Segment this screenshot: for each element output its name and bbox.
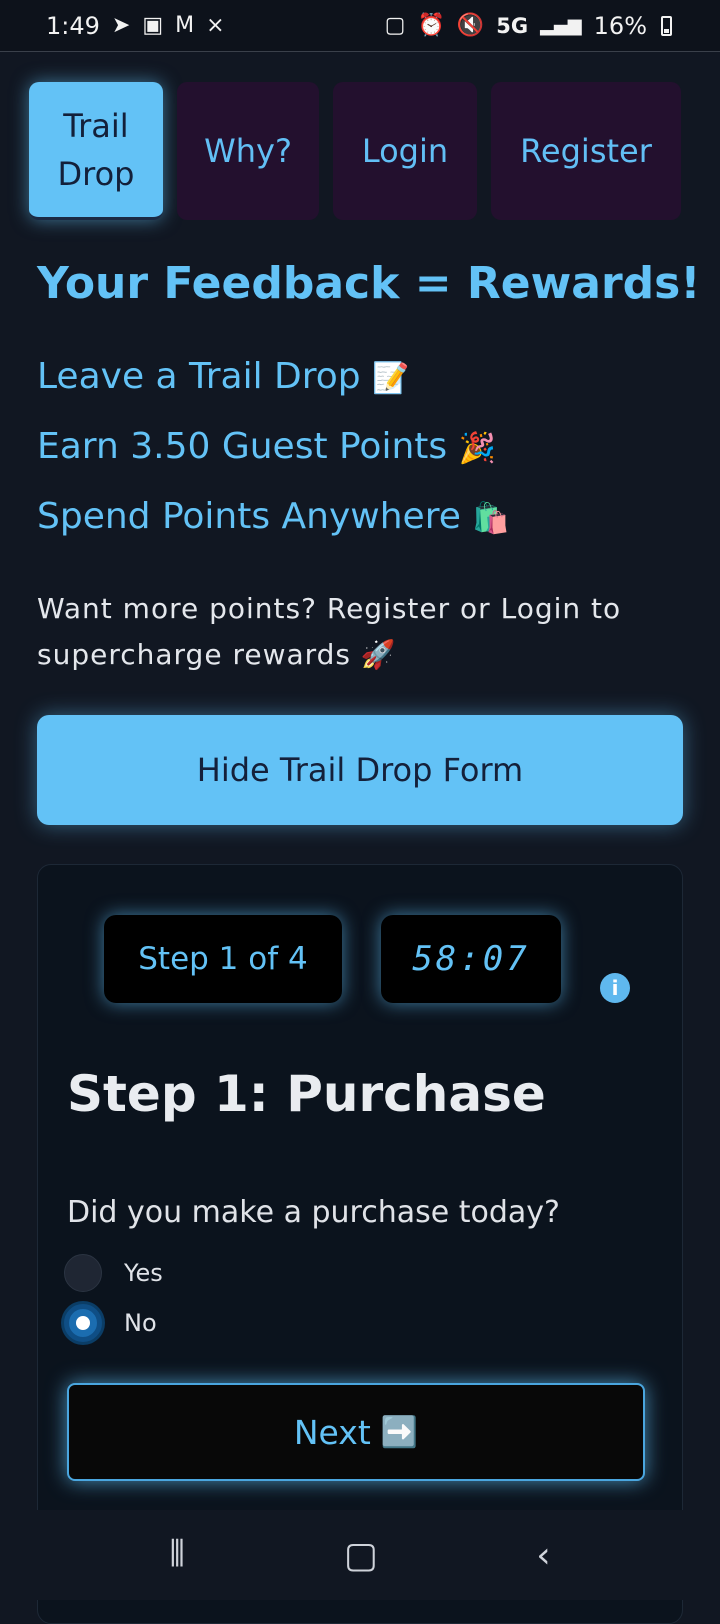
- bullet-spend-points: Spend Points Anywhere 🛍️: [37, 496, 510, 537]
- battery-icon: [661, 15, 672, 36]
- next-label: Next: [293, 1412, 371, 1452]
- page-title: Your Feedback = Rewards!: [37, 258, 701, 309]
- bullet-text: Spend Points Anywhere: [37, 496, 461, 537]
- alarm-icon: ⏰: [417, 12, 445, 38]
- bullet-leave-trail-drop: Leave a Trail Drop 📝: [37, 356, 409, 397]
- status-time: 1:49: [46, 11, 100, 40]
- app-icon: ⨯: [206, 12, 225, 38]
- party-icon: 🎉: [458, 431, 496, 466]
- memo-icon: 📝: [372, 361, 410, 396]
- countdown-timer: 58:07: [381, 915, 561, 1003]
- tab-label: Why?: [204, 132, 292, 170]
- system-nav-bar: ⦀ ▢ ‹: [0, 1510, 720, 1600]
- tab-register[interactable]: Register: [491, 82, 681, 220]
- home-icon[interactable]: ▢: [344, 1535, 378, 1576]
- top-nav: Trail Drop Why? Login Register: [29, 82, 681, 220]
- nfc-icon: ▢: [384, 12, 406, 38]
- option-no[interactable]: No: [64, 1304, 157, 1342]
- back-icon[interactable]: ‹: [536, 1535, 550, 1576]
- mute-icon: 🔇: [456, 12, 485, 38]
- bullet-earn-points: Earn 3.50 Guest Points 🎉: [37, 426, 496, 467]
- step-title: Step 1: Purchase: [67, 1065, 546, 1123]
- tab-label: Register: [520, 132, 652, 170]
- telegram-icon: ➤: [111, 12, 131, 38]
- network-label: 5G: [496, 13, 529, 38]
- option-yes[interactable]: Yes: [64, 1254, 163, 1292]
- tab-trail-drop[interactable]: Trail Drop: [29, 82, 163, 220]
- tab-why[interactable]: Why?: [177, 82, 319, 220]
- status-left: 1:49 ➤ ▣ M ⨯: [46, 12, 225, 40]
- step-badge: Step 1 of 4: [104, 915, 342, 1003]
- info-icon[interactable]: i: [600, 973, 630, 1003]
- option-label: No: [124, 1309, 157, 1337]
- recent-apps-icon[interactable]: ⦀: [169, 1534, 185, 1576]
- tab-label: Login: [361, 132, 449, 170]
- tab-label: Trail Drop: [57, 106, 135, 193]
- purchase-question: Did you make a purchase today?: [67, 1195, 560, 1230]
- promo-text: Want more points? Register or Login to s…: [37, 586, 687, 678]
- promo-copy: Want more points? Register or Login to s…: [37, 592, 622, 671]
- radio-no[interactable]: [64, 1304, 102, 1342]
- status-right: ▢ ⏰ 🔇 5G ▂▄▆ 16%: [385, 12, 672, 40]
- tab-login[interactable]: Login: [333, 82, 477, 220]
- radio-yes[interactable]: [64, 1254, 102, 1292]
- gmail-icon: M: [175, 12, 195, 38]
- next-button[interactable]: Next ➡️: [67, 1383, 645, 1481]
- signal-icon: ▂▄▆: [540, 14, 582, 36]
- bullet-text: Earn 3.50 Guest Points: [37, 426, 448, 467]
- battery-percent: 16%: [593, 11, 647, 40]
- hide-form-button[interactable]: Hide Trail Drop Form: [37, 715, 683, 825]
- calendar-icon: ▣: [142, 12, 164, 38]
- arrow-right-icon: ➡️: [380, 1414, 419, 1450]
- bullet-text: Leave a Trail Drop: [37, 356, 361, 397]
- shopping-bags-icon: 🛍️: [472, 501, 510, 536]
- option-label: Yes: [124, 1259, 163, 1287]
- status-bar: 1:49 ➤ ▣ M ⨯ ▢ ⏰ 🔇 5G ▂▄▆ 16%: [0, 0, 720, 52]
- rocket-icon: 🚀: [360, 638, 397, 671]
